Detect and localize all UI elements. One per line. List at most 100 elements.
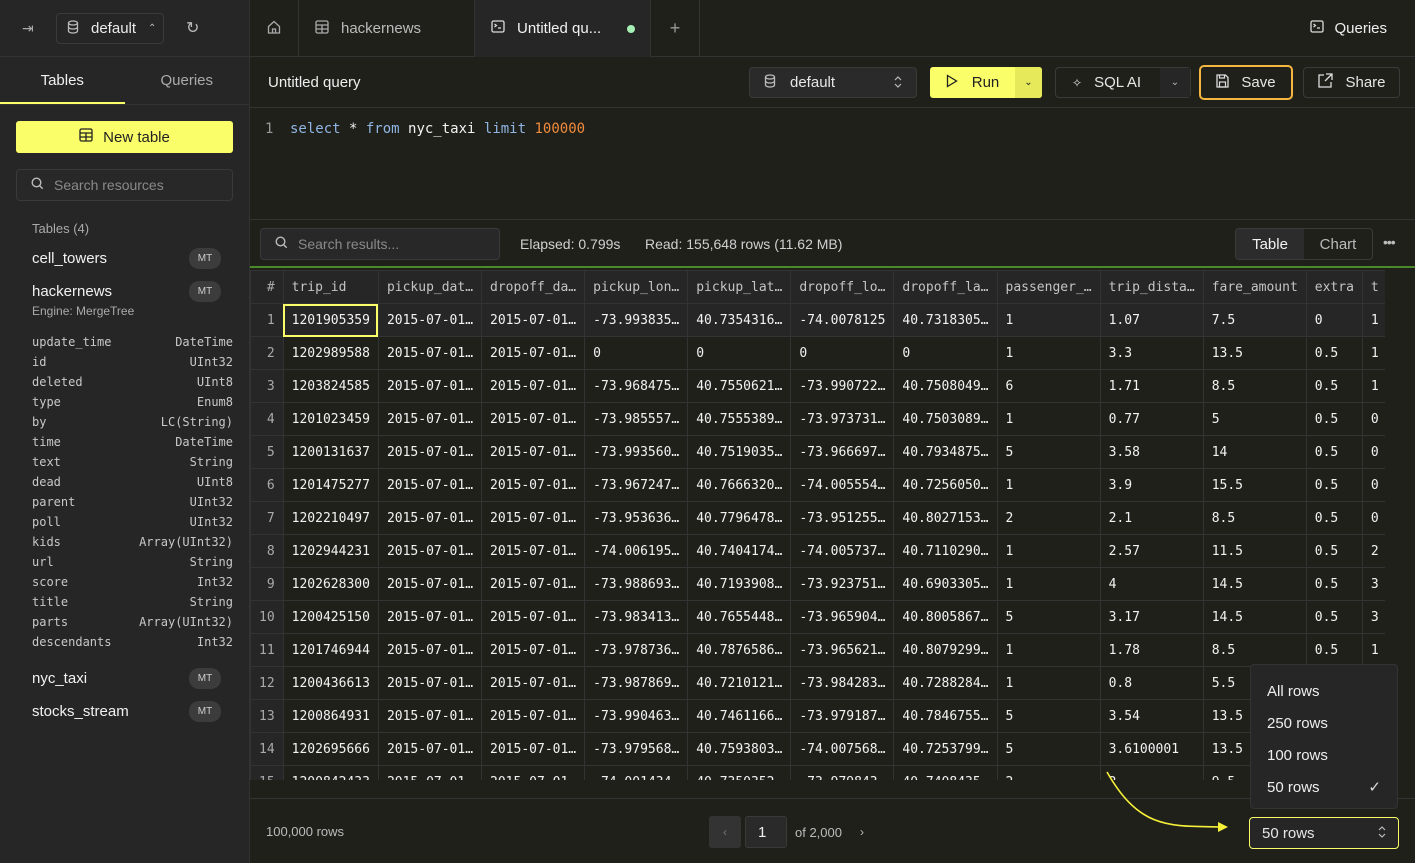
query-title[interactable]: Untitled query	[268, 74, 361, 91]
table-cell[interactable]: 40.7555389…	[687, 402, 792, 436]
column-item[interactable]: url String	[32, 552, 233, 572]
table-cell[interactable]: 40.7253799…	[893, 732, 998, 766]
table-cell[interactable]: 1202695666	[282, 732, 379, 766]
table-cell[interactable]: 1202210497	[282, 501, 379, 535]
table-cell[interactable]: 40.7288284…	[893, 666, 998, 700]
column-item[interactable]: type Enum8	[32, 392, 233, 412]
table-cell[interactable]: 1	[996, 633, 1101, 667]
table-cell[interactable]: 1	[996, 468, 1101, 502]
table-cell[interactable]: 1202628300	[282, 567, 379, 601]
column-header[interactable]: dropoff_da…	[481, 270, 586, 304]
table-cell[interactable]: 5	[996, 699, 1101, 733]
table-cell[interactable]: -74.001434…	[584, 765, 689, 780]
save-button[interactable]: Save	[1199, 65, 1293, 100]
table-cell[interactable]: 1	[1361, 303, 1385, 337]
table-cell[interactable]: 1.07	[1099, 303, 1204, 337]
table-cell[interactable]: 40.7110290…	[893, 534, 998, 568]
table-cell[interactable]: 5	[996, 732, 1101, 766]
table-cell[interactable]: 2015-07-01…	[377, 501, 483, 535]
table-cell[interactable]: 40.7508049…	[893, 369, 998, 403]
table-cell[interactable]: 2015-07-01…	[377, 765, 483, 780]
table-cell[interactable]: 2015-07-01…	[377, 534, 483, 568]
table-cell[interactable]: 0.5	[1305, 633, 1363, 667]
table-cell[interactable]: 5	[1202, 402, 1307, 436]
table-cell[interactable]: 2015-07-01…	[481, 699, 586, 733]
table-cell[interactable]: 3.3	[1099, 336, 1204, 370]
table-cell[interactable]: 1.71	[1099, 369, 1204, 403]
rows-option[interactable]: 50 rows ✓	[1251, 771, 1397, 803]
table-cell[interactable]: -73.968475…	[584, 369, 689, 403]
table-cell[interactable]: 2015-07-01…	[377, 468, 483, 502]
table-cell[interactable]: -73.965621…	[790, 633, 895, 667]
table-cell[interactable]: 1	[996, 402, 1101, 436]
table-cell[interactable]: 2	[1361, 534, 1385, 568]
table-cell[interactable]: 3.58	[1099, 435, 1204, 469]
table-cell[interactable]: 1201023459	[282, 402, 379, 436]
table-cell[interactable]: -73.967247…	[584, 468, 689, 502]
table-cell[interactable]: 2015-07-01…	[481, 732, 586, 766]
home-tab[interactable]	[250, 0, 299, 57]
tab-untitled-query[interactable]: Untitled qu...	[475, 0, 651, 57]
table-cell[interactable]: -73.993835…	[584, 303, 689, 337]
table-cell[interactable]: 40.7519035…	[687, 435, 792, 469]
sql-ai-options-button[interactable]: ⌄	[1160, 68, 1190, 97]
table-cell[interactable]: 0.5	[1305, 567, 1363, 601]
table-cell[interactable]: 40.7666320…	[687, 468, 792, 502]
table-cell[interactable]: 2015-07-01…	[481, 369, 586, 403]
table-cell[interactable]: 1	[996, 567, 1101, 601]
table-cell[interactable]: 40.7934875…	[893, 435, 998, 469]
table-cell[interactable]: 40.7404174…	[687, 534, 792, 568]
table-cell[interactable]: 1201905359	[282, 303, 379, 337]
table-cell[interactable]: 1200864931	[282, 699, 379, 733]
query-database-select[interactable]: default	[749, 67, 917, 98]
table-cell[interactable]: -73.979187…	[790, 699, 895, 733]
table-cell[interactable]: 2015-07-01…	[377, 600, 483, 634]
collapse-sidebar-icon[interactable]: ⇥	[22, 20, 42, 37]
table-item-cell-towers[interactable]: cell_towers MT	[0, 242, 249, 275]
table-cell[interactable]: 1	[996, 303, 1101, 337]
table-cell[interactable]: 0	[790, 336, 895, 370]
page-input[interactable]	[745, 816, 787, 848]
table-cell[interactable]: 2015-07-01…	[377, 336, 483, 370]
table-cell[interactable]: 2015-07-01…	[481, 303, 586, 337]
table-cell[interactable]: 2015-07-01…	[377, 633, 483, 667]
column-item[interactable]: parent UInt32	[32, 492, 233, 512]
column-item[interactable]: parts Array(UInt32)	[32, 612, 233, 632]
table-cell[interactable]: 1200436613	[282, 666, 379, 700]
sql-editor[interactable]: 1 select * from nyc_taxi limit 100000	[250, 108, 1415, 220]
table-cell[interactable]: -73.988693…	[584, 567, 689, 601]
table-cell[interactable]: 0	[687, 336, 792, 370]
table-cell[interactable]: 0.5	[1305, 600, 1363, 634]
table-cell[interactable]: 1	[996, 666, 1101, 700]
table-cell[interactable]: 2015-07-01…	[481, 567, 586, 601]
run-options-button[interactable]: ⌄	[1015, 67, 1042, 98]
column-header[interactable]: dropoff_lo…	[790, 270, 895, 304]
table-cell[interactable]: 0.5	[1305, 534, 1363, 568]
table-cell[interactable]: 1203824585	[282, 369, 379, 403]
table-item-stocks-stream[interactable]: stocks_stream MT	[0, 695, 249, 728]
tab-tables[interactable]: Tables	[0, 57, 125, 104]
column-item[interactable]: poll UInt32	[32, 512, 233, 532]
tab-hackernews[interactable]: hackernews	[299, 0, 475, 57]
view-chart-tab[interactable]: Chart	[1304, 229, 1372, 259]
table-cell[interactable]: 2	[1099, 765, 1204, 780]
table-cell[interactable]: 40.7461166…	[687, 699, 792, 733]
table-cell[interactable]: 3	[1361, 567, 1385, 601]
table-cell[interactable]: -73.973731…	[790, 402, 895, 436]
share-button[interactable]: Share	[1303, 67, 1400, 98]
column-item[interactable]: deleted UInt8	[32, 372, 233, 392]
table-cell[interactable]: 1201746944	[282, 633, 379, 667]
column-item[interactable]: title String	[32, 592, 233, 612]
table-cell[interactable]: 2015-07-01…	[377, 303, 483, 337]
table-cell[interactable]: -74.0078125	[790, 303, 895, 337]
table-cell[interactable]: 2.1	[1099, 501, 1204, 535]
table-cell[interactable]: -73.983413…	[584, 600, 689, 634]
table-cell[interactable]: 2015-07-01…	[377, 435, 483, 469]
table-cell[interactable]: 14.5	[1202, 600, 1307, 634]
table-cell[interactable]: 40.7193908…	[687, 567, 792, 601]
table-cell[interactable]: 0.5	[1305, 435, 1363, 469]
table-cell[interactable]: 1202989588	[282, 336, 379, 370]
table-cell[interactable]: 2015-07-01…	[377, 732, 483, 766]
results-search-input[interactable]	[298, 236, 485, 252]
column-item[interactable]: id UInt32	[32, 352, 233, 372]
